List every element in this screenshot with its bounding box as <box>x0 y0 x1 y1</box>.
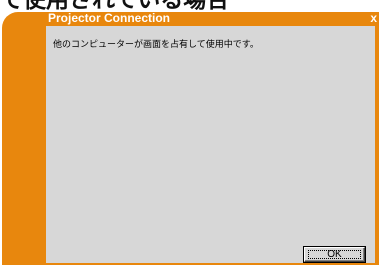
dialog-body: 他のコンピューターが画面を占有して使用中です。 OK <box>46 26 375 263</box>
focus-rectangle <box>308 250 361 259</box>
dialog-title: Projector Connection <box>48 11 171 25</box>
projector-connection-dialog: Projector Connection x 他のコンピューターが画面を占有して… <box>2 11 379 265</box>
dialog-message: 他のコンピューターが画面を占有して使用中です。 <box>53 40 259 50</box>
close-button[interactable]: x <box>370 11 377 26</box>
title-bar[interactable]: Projector Connection x <box>2 11 379 26</box>
ok-button[interactable]: OK <box>304 247 365 262</box>
